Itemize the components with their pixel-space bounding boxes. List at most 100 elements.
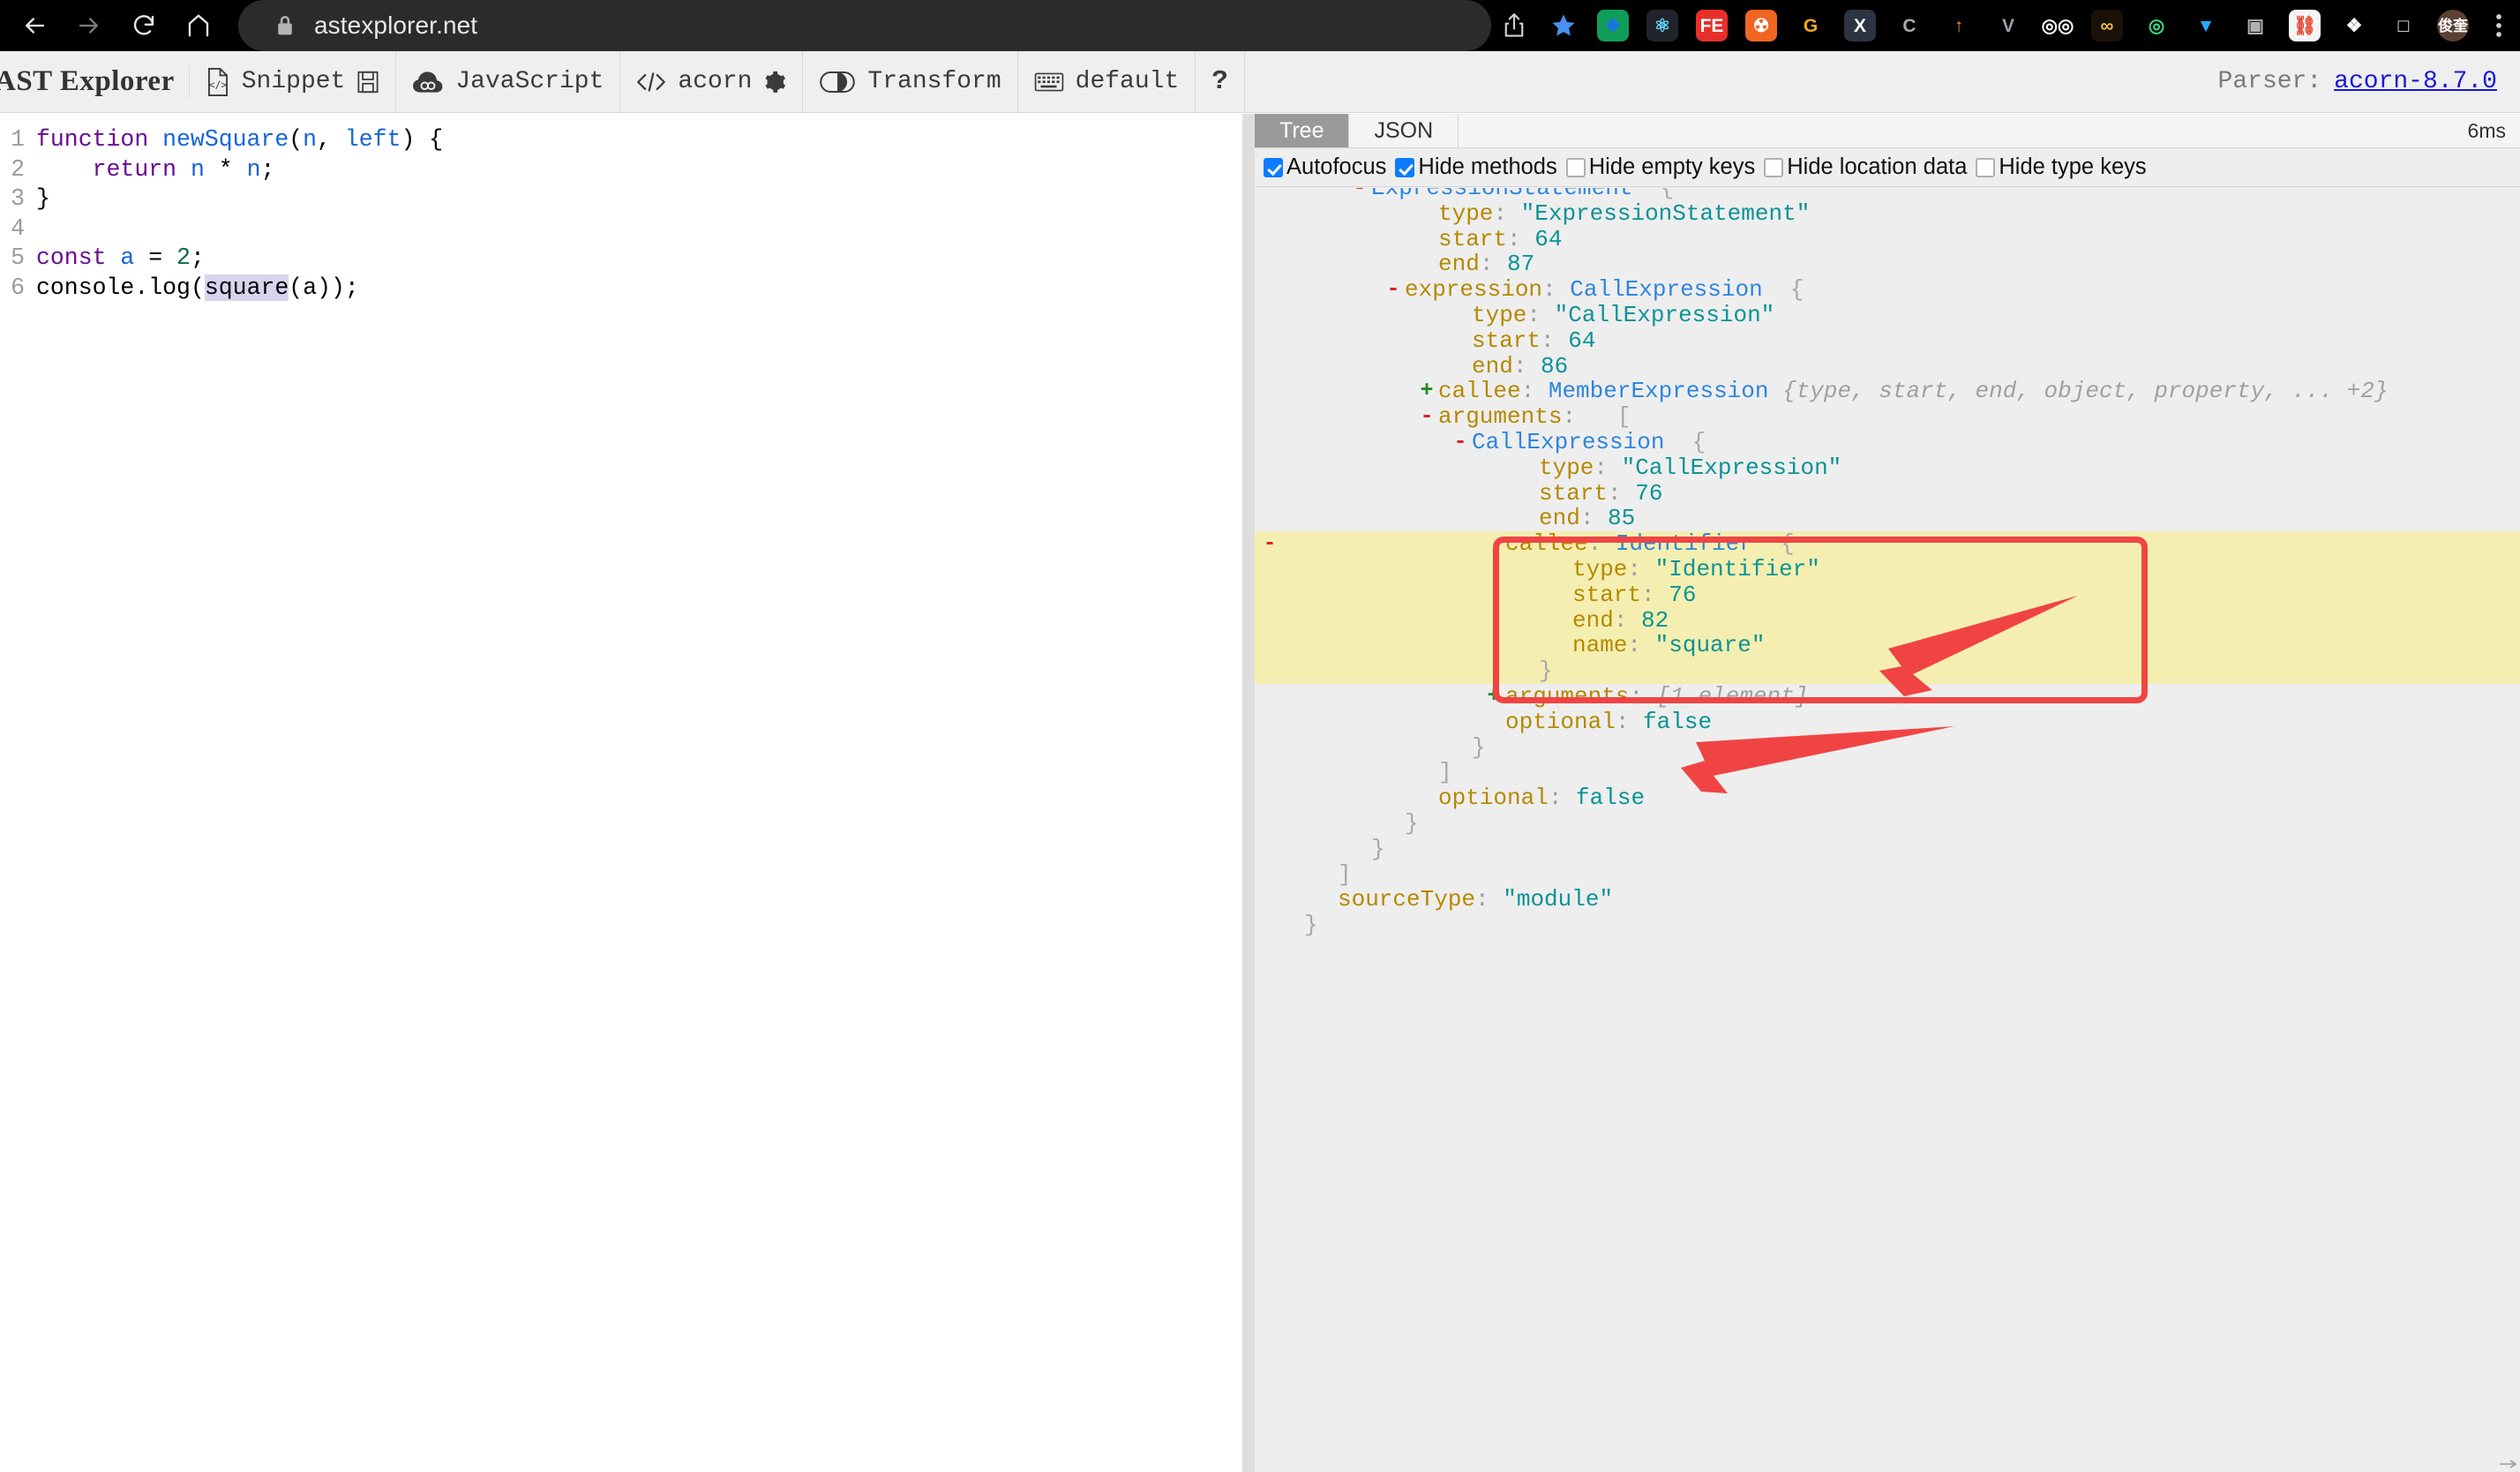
tree-row[interactable]: type: "ExpressionStatement": [1255, 201, 2520, 227]
tree-closer-row[interactable]: ]: [1255, 862, 2520, 888]
collapse-toggle[interactable]: -: [1352, 188, 1368, 201]
tree-node-type: MemberExpression: [1549, 378, 1769, 404]
tree-row[interactable]: start: 76: [1255, 582, 2520, 608]
checkbox[interactable]: [1566, 158, 1586, 177]
fe-extension-icon[interactable]: FE: [1687, 0, 1736, 51]
checkbox[interactable]: [1395, 158, 1414, 177]
avatar[interactable]: 俊奎: [2428, 0, 2478, 51]
tree-colon: :: [1549, 785, 1576, 811]
transform-group[interactable]: Transform: [803, 51, 1017, 112]
star-icon[interactable]: [1539, 0, 1588, 51]
tree-row[interactable]: end: 82: [1255, 608, 2520, 634]
code-line[interactable]: 2 return n * n;: [0, 155, 1242, 185]
code-editor[interactable]: 1function newSquare(n, left) {2 return n…: [0, 114, 1242, 303]
glasses-icon[interactable]: ◎◎: [2033, 0, 2082, 51]
pane-splitter[interactable]: [1242, 114, 1255, 1472]
sitemap-icon[interactable]: ⛓: [2280, 0, 2329, 51]
tree-row[interactable]: +callee: MemberExpression {type, start, …: [1255, 379, 2520, 404]
tree-row[interactable]: type: "Identifier": [1255, 557, 2520, 582]
option-hide-methods[interactable]: Hide methods: [1395, 154, 1563, 180]
parser-group[interactable]: acorn: [620, 51, 803, 112]
code-line[interactable]: 5const a = 2;: [0, 244, 1242, 274]
keymap-group[interactable]: default: [1018, 51, 1196, 112]
tree-row[interactable]: -ExpressionStatement {: [1255, 188, 2520, 201]
address-bar[interactable]: astexplorer.net: [238, 0, 1491, 51]
language-group[interactable]: JavaScript: [396, 51, 620, 112]
question-mark-icon[interactable]: ?: [1211, 66, 1228, 97]
tree-row[interactable]: sourceType: "module": [1255, 887, 2520, 912]
help-group[interactable]: ?: [1196, 51, 1245, 112]
code-line[interactable]: 3}: [0, 184, 1242, 214]
kebab-menu-icon[interactable]: [2478, 0, 2520, 51]
expand-toggle[interactable]: +: [1419, 379, 1435, 404]
checkbox[interactable]: [1264, 158, 1283, 177]
tree-closer-row[interactable]: ]: [1255, 760, 2520, 785]
parser-version-link[interactable]: acorn-8.7.0: [2334, 68, 2497, 95]
tree-row[interactable]: type: "CallExpression": [1255, 455, 2520, 481]
tree-row[interactable]: end: 87: [1255, 252, 2520, 277]
code-line[interactable]: 6console.log(square(a));: [0, 274, 1242, 304]
tab-tree[interactable]: Tree: [1255, 114, 1349, 147]
gear-icon[interactable]: [763, 71, 786, 94]
ast-tree-view[interactable]: -ExpressionStatement {type: "ExpressionS…: [1255, 188, 2520, 1472]
vue-extension-icon[interactable]: V: [1984, 0, 2033, 51]
expand-toggle[interactable]: +: [1486, 684, 1502, 710]
tree-colon: :: [1627, 632, 1654, 658]
gitlens-g-icon[interactable]: G: [1786, 0, 1835, 51]
code-token: n: [191, 156, 205, 183]
tree-closer-row[interactable]: }: [1255, 735, 2520, 761]
code-line[interactable]: 4: [0, 214, 1242, 244]
react-devtools-icon[interactable]: ⚛: [1638, 0, 1687, 51]
infinity-icon[interactable]: ∞: [2082, 0, 2132, 51]
orange-arrow-up-icon[interactable]: ↑: [1934, 0, 1984, 51]
blue-drop-icon[interactable]: ▼: [2181, 0, 2231, 51]
option-hide-location-data[interactable]: Hide location data: [1764, 154, 1973, 180]
sidepanel-icon[interactable]: □: [2379, 0, 2428, 51]
checkbox[interactable]: [1976, 158, 1995, 177]
checkbox[interactable]: [1764, 158, 1783, 177]
orange-molecule-icon[interactable]: ☢: [1736, 0, 1786, 51]
tree-row[interactable]: start: 76: [1255, 481, 2520, 507]
tree-row[interactable]: start: 64: [1255, 227, 2520, 252]
snippet-group[interactable]: </> Snippet: [190, 51, 397, 112]
tree-closer-row[interactable]: }: [1255, 912, 2520, 938]
option-hide-type-keys[interactable]: Hide type keys: [1976, 154, 2152, 180]
tree-closer-row[interactable]: }: [1255, 658, 2520, 684]
floppy-save-icon[interactable]: [356, 70, 379, 94]
tree-row[interactable]: optional: false: [1255, 710, 2520, 735]
back-arrow-icon[interactable]: [7, 0, 62, 51]
puzzle-extension-icon[interactable]: ❖: [1588, 0, 1638, 51]
tree-row[interactable]: end: 85: [1255, 506, 2520, 531]
option-autofocus[interactable]: Autofocus: [1264, 154, 1392, 180]
tree-row[interactable]: -expression: CallExpression {: [1255, 277, 2520, 303]
tab-json[interactable]: JSON: [1349, 114, 1459, 147]
atom-orbit-icon[interactable]: ◎: [2132, 0, 2181, 51]
tree-row[interactable]: -CallExpression {: [1255, 430, 2520, 455]
share-icon[interactable]: [1489, 0, 1539, 51]
tree-closer-row[interactable]: }: [1255, 837, 2520, 862]
tree-row[interactable]: -callee: Identifier {: [1255, 531, 2520, 557]
tree-row[interactable]: type: "CallExpression": [1255, 303, 2520, 328]
tree-row[interactable]: end: 86: [1255, 354, 2520, 379]
tree-scrollbar[interactable]: [2499, 1451, 2518, 1461]
x-extension-icon[interactable]: X: [1835, 0, 1885, 51]
tree-row[interactable]: name: "square": [1255, 633, 2520, 658]
tree-row[interactable]: +arguments: [1 element]: [1255, 684, 2520, 710]
tree-row[interactable]: -arguments: [: [1255, 404, 2520, 430]
code-line[interactable]: 1function newSquare(n, left) {: [0, 125, 1242, 155]
forward-arrow-icon[interactable]: [62, 0, 116, 51]
code-editor-pane[interactable]: 1function newSquare(n, left) {2 return n…: [0, 114, 1242, 1472]
collapse-toggle[interactable]: -: [1419, 404, 1435, 430]
c-colon-icon[interactable]: C: [1885, 0, 1934, 51]
puzzle-piece-icon[interactable]: ❖: [2329, 0, 2379, 51]
reload-icon[interactable]: [116, 0, 171, 51]
option-hide-empty-keys[interactable]: Hide empty keys: [1566, 154, 1762, 180]
tree-row[interactable]: start: 64: [1255, 328, 2520, 354]
collapse-toggle[interactable]: -: [1262, 531, 1278, 557]
collapse-toggle[interactable]: -: [1385, 277, 1401, 303]
tree-row[interactable]: optional: false: [1255, 785, 2520, 811]
tree-closer-row[interactable]: }: [1255, 811, 2520, 837]
home-icon[interactable]: [171, 0, 226, 51]
collapse-toggle[interactable]: -: [1452, 430, 1468, 455]
checker-alert-icon[interactable]: ▣: [2231, 0, 2280, 51]
